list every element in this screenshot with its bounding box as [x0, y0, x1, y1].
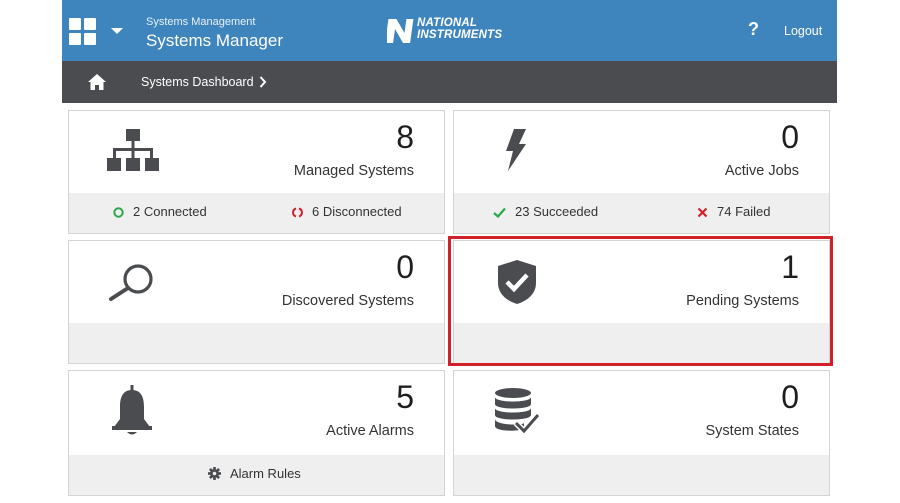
managed-systems-tile[interactable]: 8 Managed Systems 2 Connected 6 Disconne… — [68, 110, 445, 234]
system-states-label: System States — [705, 423, 799, 439]
discovered-systems-footer — [69, 323, 444, 363]
top-header: Systems Management Systems Manager NATIO… — [62, 0, 837, 61]
discovered-systems-label: Discovered Systems — [281, 293, 414, 309]
apps-grid-icon[interactable] — [69, 18, 97, 46]
managed-systems-count: 8 — [396, 119, 414, 155]
managed-systems-label: Managed Systems — [293, 163, 414, 179]
discovered-systems-count: 0 — [396, 249, 414, 285]
breadcrumb-systems-dashboard[interactable]: Systems Dashboard — [141, 75, 254, 89]
discovered-systems-tile[interactable]: 0 Discovered Systems — [68, 240, 445, 364]
chevron-right-icon — [259, 76, 267, 88]
system-states-tile[interactable]: 0 System States — [453, 370, 830, 496]
active-alarms-footer: Alarm Rules — [69, 455, 444, 495]
active-jobs-count: 0 — [781, 119, 799, 155]
active-jobs-footer: 23 Succeeded 74 Failed — [454, 193, 829, 233]
pending-systems-footer — [454, 323, 829, 363]
alarm-rules-link[interactable]: Alarm Rules — [208, 466, 301, 481]
system-states-count: 0 — [781, 379, 799, 415]
systems-manager-app: Systems Management Systems Manager NATIO… — [62, 0, 837, 503]
disconnected-status-icon — [292, 207, 303, 218]
bell-icon — [112, 385, 152, 435]
magnifier-icon — [109, 264, 153, 301]
succeeded-stat[interactable]: 23 Succeeded — [493, 204, 598, 219]
disconnected-label: 6 Disconnected — [312, 204, 402, 219]
database-check-icon — [495, 388, 540, 435]
home-icon[interactable] — [87, 73, 107, 91]
failed-stat[interactable]: 74 Failed — [697, 204, 770, 219]
disconnected-stat[interactable]: 6 Disconnected — [292, 204, 402, 219]
succeeded-label: 23 Succeeded — [515, 204, 599, 219]
active-jobs-label: Active Jobs — [724, 163, 799, 179]
active-alarms-label: Active Alarms — [326, 423, 414, 439]
checkmark-icon — [493, 207, 506, 219]
connected-label: 2 Connected — [133, 204, 207, 219]
network-tree-icon — [107, 129, 159, 171]
connected-status-icon — [113, 207, 124, 218]
active-alarms-count: 5 — [396, 379, 414, 415]
breadcrumb-bar: Systems Dashboard — [62, 61, 837, 103]
lightning-icon — [506, 129, 526, 171]
active-jobs-tile[interactable]: 0 Active Jobs 23 Succeeded 74 Failed — [453, 110, 830, 234]
brand-line-2: INSTRUMENTS — [417, 29, 503, 41]
pending-systems-count: 1 — [781, 249, 799, 285]
chevron-down-icon[interactable] — [110, 26, 124, 36]
managed-systems-footer: 2 Connected 6 Disconnected — [69, 193, 444, 233]
system-states-footer — [454, 455, 829, 495]
app-group-label: Systems Management — [146, 16, 256, 28]
x-mark-icon — [697, 207, 708, 218]
brand-line-1: NATIONAL — [417, 17, 478, 29]
alarm-rules-label: Alarm Rules — [230, 466, 301, 481]
help-button[interactable]: ? — [748, 19, 759, 40]
gear-icon — [208, 467, 221, 480]
logout-button[interactable]: Logout — [784, 24, 822, 38]
shield-check-icon — [498, 260, 536, 304]
pending-systems-tile[interactable]: 1 Pending Systems — [453, 240, 830, 364]
national-instruments-logo: NATIONAL INSTRUMENTS — [387, 15, 517, 47]
connected-stat[interactable]: 2 Connected — [113, 204, 207, 219]
app-title: Systems Manager — [146, 31, 283, 50]
pending-systems-label: Pending Systems — [686, 293, 799, 309]
active-alarms-tile[interactable]: 5 Active Alarms Alarm Rules — [68, 370, 445, 496]
failed-label: 74 Failed — [717, 204, 771, 219]
